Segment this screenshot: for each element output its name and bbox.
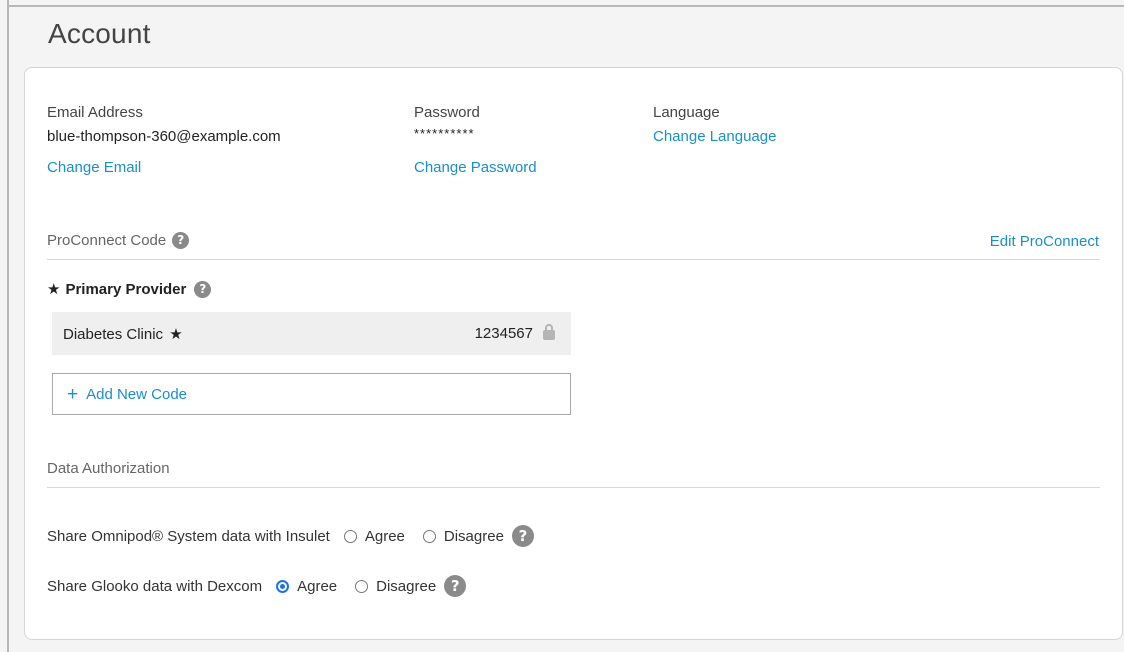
agree-label: Agree [364, 527, 405, 545]
language-label: Language [653, 104, 720, 121]
star-icon: ★ [169, 326, 183, 343]
lock-icon [543, 323, 555, 340]
proconnect-section-title: ProConnect Code ? [47, 232, 190, 249]
provider-name: Diabetes Clinic ★ [63, 325, 183, 343]
add-new-code-content: + Add New Code [67, 385, 187, 404]
provider-name-text: Diabetes Clinic [63, 326, 164, 343]
authorization-divider [47, 487, 1100, 488]
question-circle-icon[interactable]: ? [172, 232, 190, 249]
disagree-label: Disagree [376, 577, 437, 595]
data-authorization-title: Data Authorization [47, 460, 170, 477]
email-value: blue-thompson-360@example.com [47, 128, 281, 145]
question-circle-icon[interactable]: ? [194, 280, 212, 298]
page-title: Account [48, 18, 151, 49]
disagree-radio[interactable] [355, 579, 369, 593]
window-top-border [7, 5, 1124, 7]
provider-code: 1234567 [474, 323, 555, 342]
agree-option[interactable]: Agree [276, 578, 337, 595]
add-new-code-label: Add New Code [86, 386, 188, 403]
disagree-option[interactable]: Disagree [355, 578, 436, 595]
password-label: Password [414, 104, 480, 121]
agree-radio[interactable] [276, 579, 290, 593]
star-icon: ★ [47, 281, 61, 298]
agree-option[interactable]: Agree [343, 527, 405, 545]
disagree-label: Disagree [443, 527, 504, 545]
account-card: Email Address blue-thompson-360@example.… [24, 67, 1123, 640]
auth-row-text: Share Omnipod® System data with Insulet [47, 527, 330, 545]
auth-row-text: Share Glooko data with Dexcom [47, 577, 263, 595]
disagree-radio[interactable] [422, 529, 436, 543]
question-circle-icon[interactable]: ? [444, 575, 467, 597]
plus-icon: + [67, 384, 79, 405]
add-new-code-button[interactable]: + Add New Code [52, 373, 571, 415]
change-language-link[interactable]: Change Language [653, 128, 776, 145]
auth-row-dexcom: Share Glooko data with Dexcom Agree Disa… [47, 575, 467, 597]
question-circle-icon[interactable]: ? [511, 525, 534, 547]
proconnect-title-text: ProConnect Code [47, 232, 167, 249]
primary-provider-heading: ★ Primary Provider ? [47, 280, 212, 298]
change-password-link[interactable]: Change Password [414, 159, 537, 176]
disagree-option[interactable]: Disagree [422, 527, 504, 545]
provider-row: Diabetes Clinic ★ 1234567 [52, 312, 571, 355]
provider-code-text: 1234567 [474, 325, 533, 342]
change-email-link[interactable]: Change Email [47, 159, 141, 176]
email-label: Email Address [47, 104, 143, 121]
agree-radio[interactable] [343, 529, 357, 543]
agree-label: Agree [297, 577, 338, 595]
edit-proconnect-link[interactable]: Edit ProConnect [990, 233, 1099, 250]
auth-row-omnipod: Share Omnipod® System data with Insulet … [47, 525, 534, 547]
window-left-border [7, 0, 9, 652]
proconnect-divider [47, 259, 1100, 260]
password-value: ********** [414, 126, 475, 141]
primary-provider-label: Primary Provider [65, 280, 187, 298]
